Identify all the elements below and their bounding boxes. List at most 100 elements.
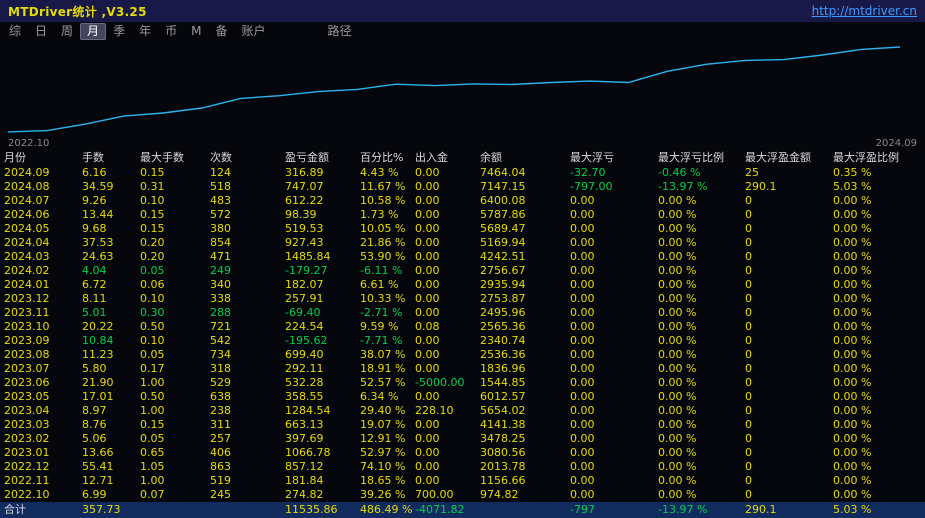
column-header-2[interactable]: 手数 bbox=[82, 151, 140, 165]
row-month-cell: 2024.02 bbox=[4, 264, 50, 277]
data-cell: 532.28 bbox=[285, 376, 324, 389]
row-month-cell: 2024.04 bbox=[4, 236, 50, 249]
table-row[interactable]: 2023.07 5.80 0.17 318 292.11 18.91 % 0.00 1836.… bbox=[4, 362, 925, 376]
data-cell: 0 bbox=[745, 250, 752, 263]
menu-item-8[interactable]: M bbox=[184, 23, 208, 40]
table-row[interactable]: 2023.05 17.01 0.50 638 358.55 6.34 % 0.00 6012.… bbox=[4, 390, 925, 404]
row-month-cell: 2023.12 bbox=[4, 292, 50, 305]
data-cell: 288 bbox=[210, 306, 231, 319]
table-row[interactable]: 2024.04 37.53 0.20 854 927.43 21.86 % 0.00 5169… bbox=[4, 236, 925, 250]
data-cell: 0.00 % bbox=[833, 236, 872, 249]
data-cell: 290.1 bbox=[745, 503, 777, 516]
data-cell: -13.97 % bbox=[658, 180, 708, 193]
data-cell: 245 bbox=[210, 488, 231, 501]
table-row[interactable]: 2023.12 8.11 0.10 338 257.91 10.33 % 0.00 2753.… bbox=[4, 292, 925, 306]
menu-item-1[interactable]: 综 bbox=[2, 23, 28, 40]
row-month-cell: 2023.08 bbox=[4, 348, 50, 361]
column-header-1[interactable]: 月份 bbox=[4, 151, 82, 165]
table-row[interactable]: 2023.11 5.01 0.30 288 -69.40 -2.71 % 0.00 2495.… bbox=[4, 306, 925, 320]
data-cell: 471 bbox=[210, 250, 231, 263]
data-cell: 0.00 bbox=[570, 306, 595, 319]
table-row[interactable]: 2022.11 12.71 1.00 519 181.84 18.65 % 0.00 1156… bbox=[4, 474, 925, 488]
data-cell: 0.00 bbox=[570, 446, 595, 459]
data-cell: 0.20 bbox=[140, 250, 165, 263]
column-header-12[interactable]: 最大浮盈比例 bbox=[833, 151, 925, 165]
menu-item-5[interactable]: 季 bbox=[106, 23, 132, 40]
data-cell: 0.20 bbox=[140, 236, 165, 249]
data-cell: 0.10 bbox=[140, 194, 165, 207]
column-header-7[interactable]: 出入金 bbox=[415, 151, 480, 165]
data-cell: 518 bbox=[210, 180, 231, 193]
data-cell: 0.00 bbox=[570, 390, 595, 403]
table-row[interactable]: 2023.06 21.90 1.00 529 532.28 52.57 % -5000.00… bbox=[4, 376, 925, 390]
data-cell: 4242.51 bbox=[480, 250, 526, 263]
menu-item-10[interactable]: 账户 bbox=[234, 23, 272, 40]
data-cell: -4071.82 bbox=[415, 503, 465, 516]
data-cell: 0.00 % bbox=[833, 194, 872, 207]
table-row[interactable]: 2024.02 4.04 0.05 249 -179.27 -6.11 % 0.00 2756… bbox=[4, 264, 925, 278]
table-row[interactable]: 2024.07 9.26 0.10 483 612.22 10.58 % 0.00 6400.… bbox=[4, 194, 925, 208]
data-cell: 0 bbox=[745, 194, 752, 207]
menu-item-6[interactable]: 年 bbox=[132, 23, 158, 40]
data-cell: 699.40 bbox=[285, 348, 324, 361]
table-row[interactable]: 2024.09 6.16 0.15 124 316.89 4.43 % 0.00 7464.0… bbox=[4, 166, 925, 180]
menu-item-2[interactable]: 日 bbox=[28, 23, 54, 40]
data-cell: 290.1 bbox=[745, 180, 777, 193]
data-cell: 2340.74 bbox=[480, 334, 526, 347]
column-header-4[interactable]: 次数 bbox=[210, 151, 285, 165]
table-row[interactable]: 2024.08 34.59 0.31 518 747.07 11.67 % 0.00 7147… bbox=[4, 180, 925, 194]
data-cell: 0.00 % bbox=[833, 250, 872, 263]
data-cell: 311 bbox=[210, 418, 231, 431]
table-row[interactable]: 2022.10 6.99 0.07 245 274.82 39.26 % 700.00 974… bbox=[4, 488, 925, 502]
table-body: 2024.09 6.16 0.15 124 316.89 4.43 % 0.00 7464.0… bbox=[4, 166, 925, 502]
table-row[interactable]: 2024.03 24.63 0.20 471 1485.84 53.90 % 0.00 424… bbox=[4, 250, 925, 264]
data-cell: 0.00 bbox=[415, 166, 440, 179]
column-header-9[interactable]: 最大浮亏 bbox=[570, 151, 658, 165]
data-cell: 700.00 bbox=[415, 488, 454, 501]
data-cell: 542 bbox=[210, 334, 231, 347]
row-month-cell: 2023.02 bbox=[4, 432, 50, 445]
data-cell: 721 bbox=[210, 320, 231, 333]
data-cell: 0.00 % bbox=[658, 348, 697, 361]
column-header-10[interactable]: 最大浮亏比例 bbox=[658, 151, 745, 165]
menu-item-7[interactable]: 币 bbox=[158, 23, 184, 40]
table-row[interactable]: 2023.10 20.22 0.50 721 224.54 9.59 % 0.08 2565.… bbox=[4, 320, 925, 334]
data-cell: 6400.08 bbox=[480, 194, 526, 207]
column-header-6[interactable]: 百分比% bbox=[360, 151, 415, 165]
row-month-cell: 2023.11 bbox=[4, 306, 50, 319]
table-row[interactable]: 2024.01 6.72 0.06 340 182.07 6.61 % 0.00 2935.9… bbox=[4, 278, 925, 292]
data-cell: 0 bbox=[745, 376, 752, 389]
table-row[interactable]: 2024.05 9.68 0.15 380 519.53 10.05 % 0.00 5689.… bbox=[4, 222, 925, 236]
table-row[interactable]: 2023.01 13.66 0.65 406 1066.78 52.97 % 0.00 308… bbox=[4, 446, 925, 460]
table-row[interactable]: 2023.09 10.84 0.10 542 -195.62 -7.71 % 0.00 234… bbox=[4, 334, 925, 348]
data-cell: 0.00 bbox=[570, 432, 595, 445]
data-cell: 0.00 bbox=[570, 488, 595, 501]
data-cell: 0 bbox=[745, 432, 752, 445]
data-cell: 5654.02 bbox=[480, 404, 526, 417]
column-header-5[interactable]: 盈亏金额 bbox=[285, 151, 360, 165]
equity-curve-line bbox=[7, 46, 901, 133]
column-header-8[interactable]: 余额 bbox=[480, 151, 570, 165]
table-row[interactable]: 2023.04 8.97 1.00 238 1284.54 29.40 % 228.10 56… bbox=[4, 404, 925, 418]
data-cell: 0.05 bbox=[140, 432, 165, 445]
table-row[interactable]: 2023.02 5.06 0.05 257 397.69 12.91 % 0.00 3478.… bbox=[4, 432, 925, 446]
data-cell: 0.00 % bbox=[658, 320, 697, 333]
website-link[interactable]: http://mtdriver.cn bbox=[812, 4, 917, 18]
menu-item-4[interactable]: 月 bbox=[80, 23, 107, 40]
table-row[interactable]: 2022.12 55.41 1.05 863 857.12 74.10 % 0.00 2013… bbox=[4, 460, 925, 474]
table-row[interactable]: 2023.03 8.76 0.15 311 663.13 19.07 % 0.00 4141.… bbox=[4, 418, 925, 432]
row-month-cell: 2023.03 bbox=[4, 418, 50, 431]
menu-item-11[interactable]: 路径 bbox=[321, 23, 359, 40]
data-cell: 29.40 % bbox=[360, 404, 406, 417]
data-cell: 338 bbox=[210, 292, 231, 305]
table-row[interactable]: 2023.08 11.23 0.05 734 699.40 38.07 % 0.00 2536… bbox=[4, 348, 925, 362]
column-header-11[interactable]: 最大浮盈金额 bbox=[745, 151, 833, 165]
row-month-cell: 2022.10 bbox=[4, 488, 50, 501]
data-cell: -7.71 % bbox=[360, 334, 403, 347]
table-row[interactable]: 2024.06 13.44 0.15 572 98.39 1.73 % 0.00 5787.8… bbox=[4, 208, 925, 222]
menu-item-9[interactable]: 备 bbox=[208, 23, 234, 40]
data-cell: 0.10 bbox=[140, 292, 165, 305]
column-header-3[interactable]: 最大手数 bbox=[140, 151, 210, 165]
menu-item-3[interactable]: 周 bbox=[54, 23, 80, 40]
data-cell: 12.71 bbox=[82, 474, 114, 487]
